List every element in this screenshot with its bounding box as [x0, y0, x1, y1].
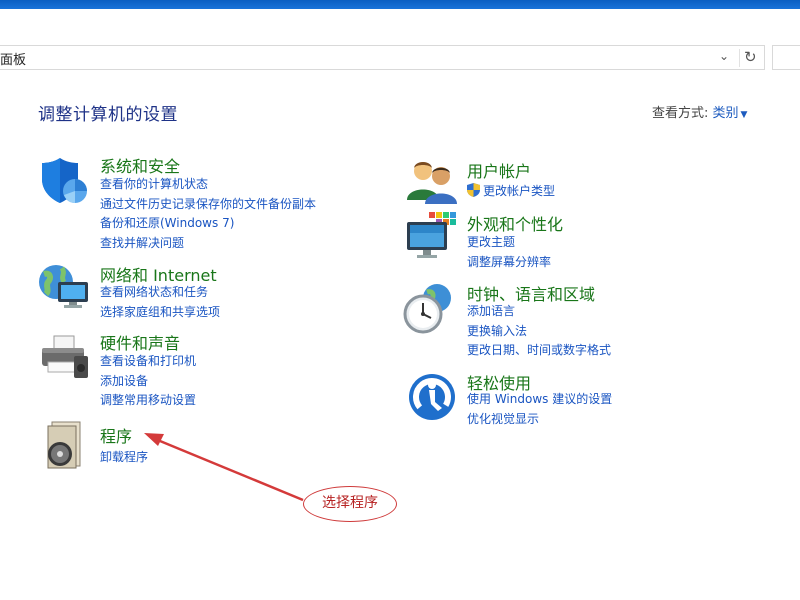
annotation-arrow: [144, 433, 304, 502]
annotation-callout: 选择程序: [303, 486, 397, 522]
